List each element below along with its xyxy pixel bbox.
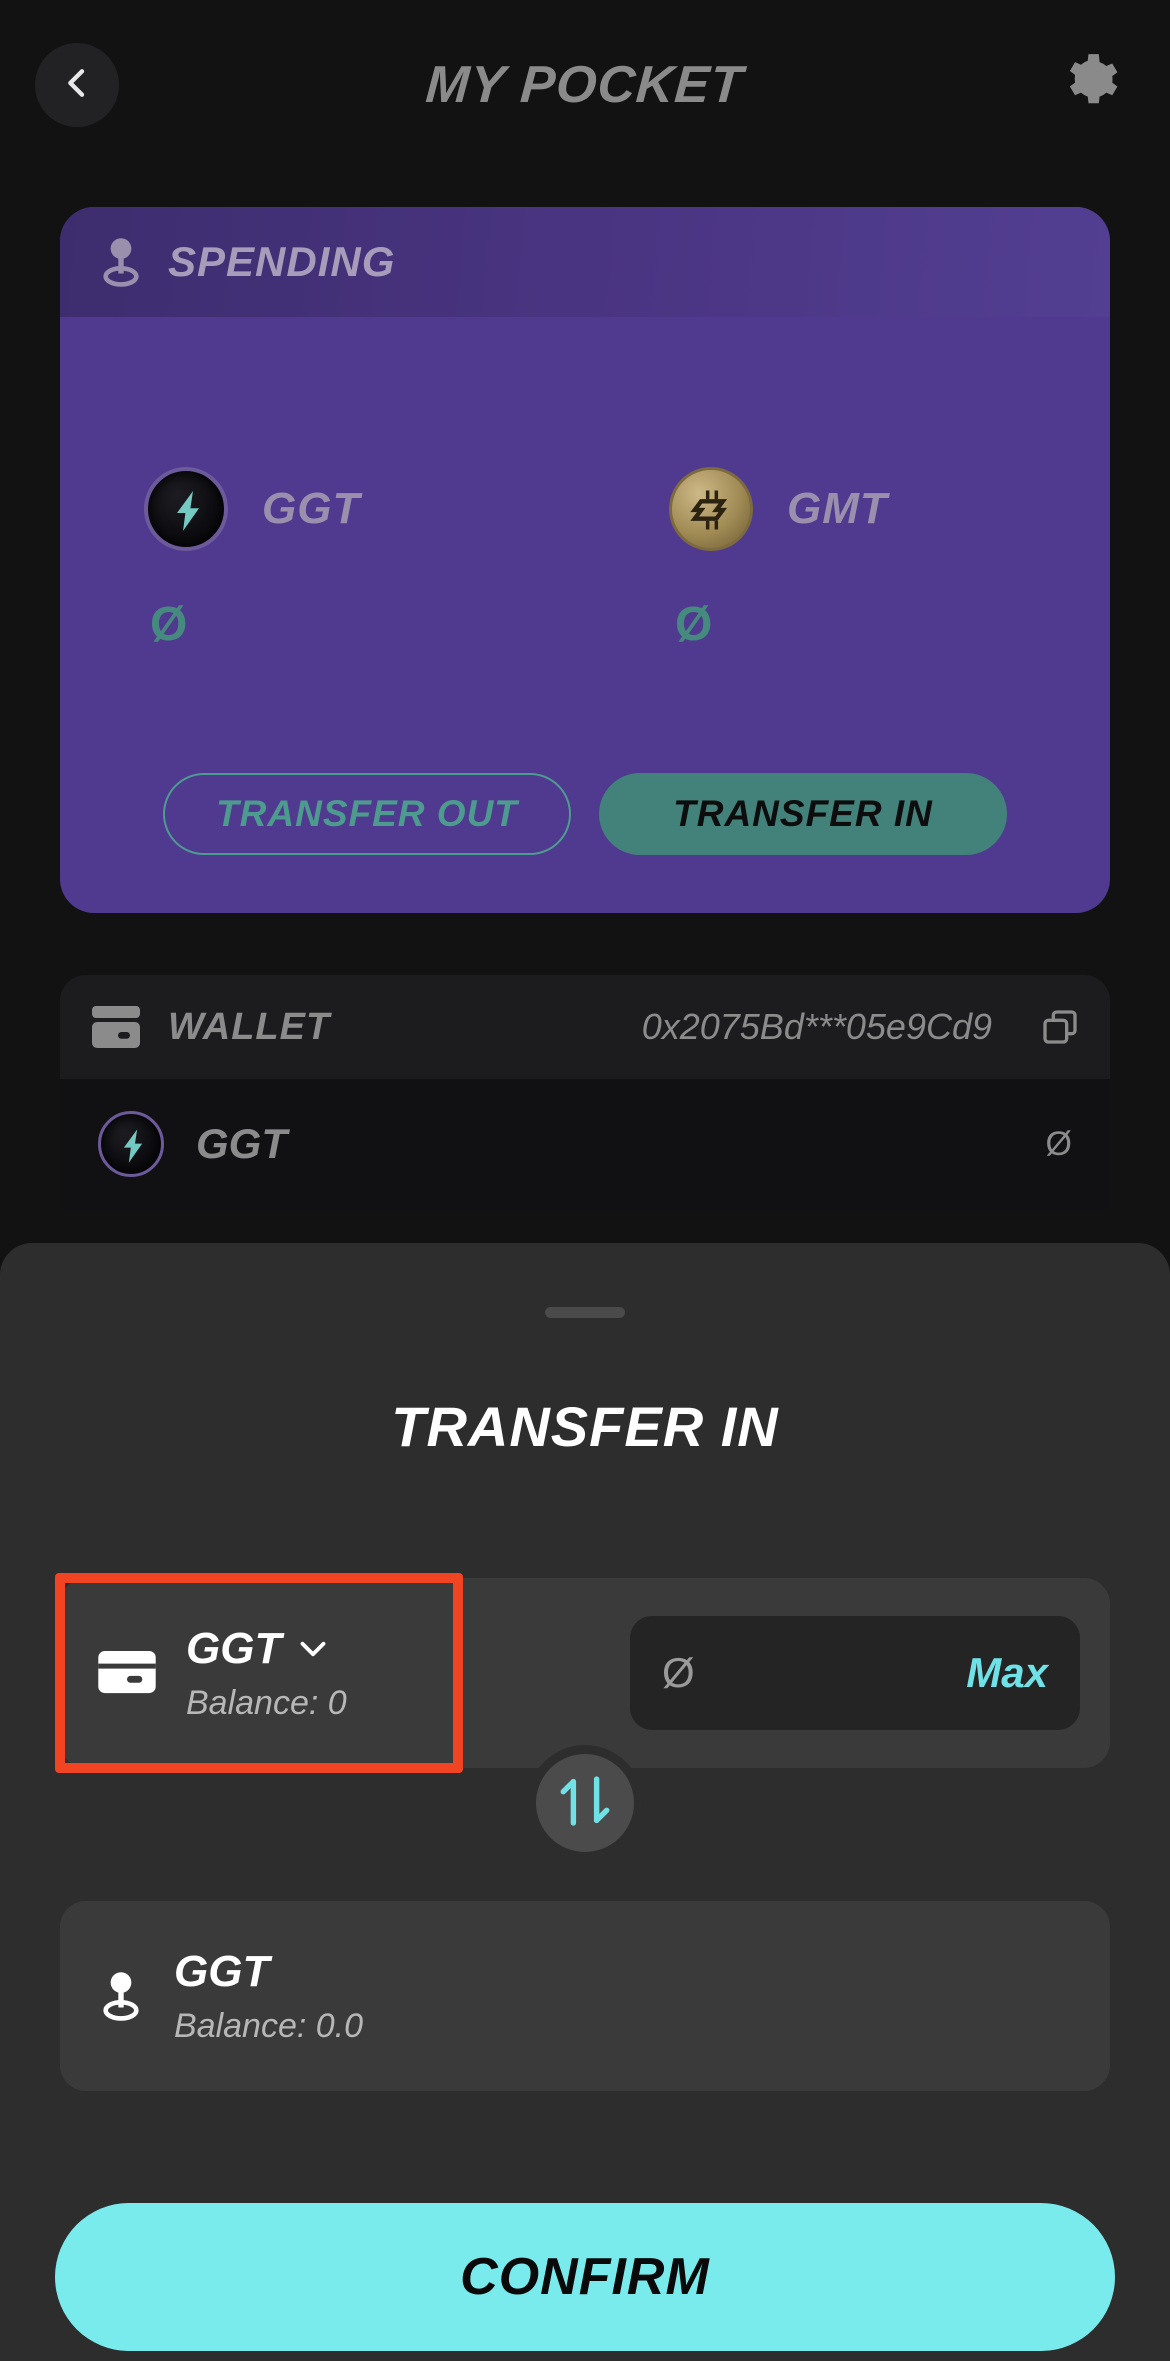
gmt-coin-icon — [669, 467, 753, 551]
wallet-card: WALLET 0x2075Bd***05e9Cd9 GGT Ø — [60, 975, 1110, 1209]
confirm-button[interactable]: CONFIRM — [55, 2203, 1115, 2351]
spending-actions: TRANSFER OUT TRANSFER IN — [60, 773, 1110, 855]
wallet-header: WALLET 0x2075Bd***05e9Cd9 — [60, 975, 1110, 1079]
amount-input-group[interactable]: Ø Max — [630, 1616, 1080, 1730]
from-token-balance: Balance: 0 — [186, 1683, 347, 1722]
amount-input[interactable]: Ø — [662, 1649, 695, 1697]
from-card: GGT Balance: 0 Ø Max — [55, 1573, 1110, 1773]
credit-card-icon — [98, 1651, 156, 1695]
spending-token-ggt[interactable]: GGT Ø — [60, 467, 585, 652]
wallet-token-row[interactable]: GGT Ø — [60, 1079, 1110, 1209]
spending-card-header: SPENDING — [60, 207, 1110, 317]
app-header: MY POCKET — [0, 0, 1170, 170]
gear-icon — [1058, 49, 1120, 116]
spending-ggt-balance: Ø — [150, 598, 188, 651]
swap-from-area: GGT Balance: 0 Ø Max — [55, 1573, 1110, 1773]
settings-button[interactable] — [1052, 45, 1126, 119]
ggt-coin-icon — [144, 467, 228, 551]
wallet-token-symbol: GGT — [196, 1120, 287, 1167]
max-button[interactable]: Max — [966, 1649, 1048, 1697]
swap-direction-button[interactable] — [527, 1745, 643, 1861]
wallet-label: WALLET — [168, 1005, 331, 1048]
chevron-down-icon[interactable] — [299, 1640, 327, 1658]
copy-icon[interactable] — [1040, 1007, 1080, 1047]
back-button[interactable] — [35, 43, 119, 127]
from-token-picker[interactable]: GGT Balance: 0 — [98, 1624, 347, 1723]
page-title: MY POCKET — [424, 56, 746, 114]
transfer-out-button[interactable]: TRANSFER OUT — [163, 773, 571, 855]
app-screen: MY POCKET SPENDING GGT Ø GMT Ø TRANSFER … — [0, 0, 1170, 2361]
spending-token-row: GGT Ø GMT Ø — [60, 467, 1110, 652]
from-token-symbol: GGT — [186, 1623, 282, 1673]
to-token-balance: Balance: 0.0 — [174, 2006, 364, 2045]
spending-ggt-symbol: GGT — [262, 484, 361, 533]
spending-card: SPENDING GGT Ø GMT Ø TRANSFER OUT TRANSF… — [60, 207, 1110, 913]
sheet-grabber[interactable] — [545, 1307, 625, 1318]
wallet-icon — [90, 1004, 142, 1050]
spending-token-gmt[interactable]: GMT Ø — [585, 467, 1110, 652]
joystick-icon — [98, 1968, 144, 2024]
to-card[interactable]: GGT Balance: 0.0 — [60, 1901, 1110, 2091]
transfer-in-button[interactable]: TRANSFER IN — [599, 773, 1007, 855]
ggt-coin-icon — [98, 1111, 164, 1177]
spending-label: SPENDING — [168, 238, 396, 285]
to-token-symbol: GGT — [174, 1946, 270, 1996]
joystick-icon — [98, 234, 144, 290]
swap-vertical-icon — [554, 1770, 616, 1837]
wallet-token-value: Ø — [1045, 1124, 1072, 1163]
chevron-left-icon — [57, 63, 97, 108]
sheet-title: TRANSFER IN — [391, 1395, 779, 1458]
spending-gmt-symbol: GMT — [787, 484, 888, 533]
spending-gmt-balance: Ø — [675, 598, 713, 651]
wallet-address: 0x2075Bd***05e9Cd9 — [641, 1006, 992, 1047]
